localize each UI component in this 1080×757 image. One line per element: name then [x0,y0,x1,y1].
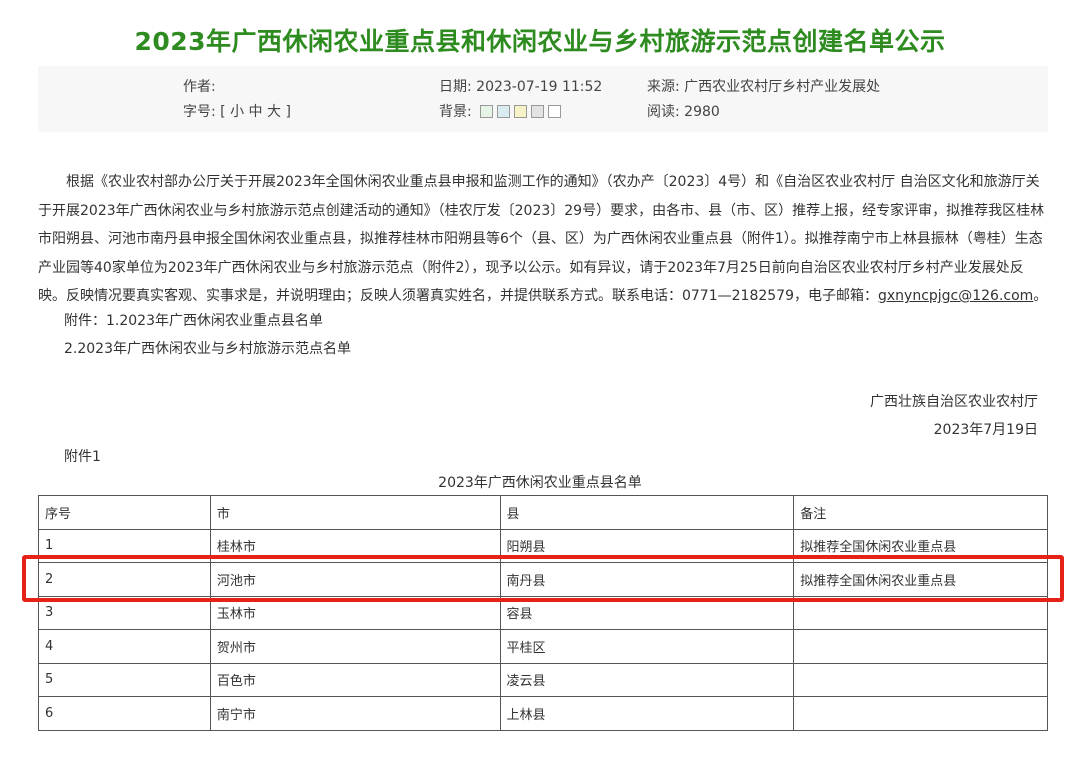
cell-remark [793,629,1048,664]
table-row: 5 百色市 凌云县 [38,662,1048,697]
header-city: 市 [209,495,501,530]
header-remark: 备注 [793,495,1048,530]
table-row: 1 桂林市 阳朔县 拟推荐全国休闲农业重点县 [38,528,1048,563]
cell-city: 桂林市 [209,528,501,563]
signature-date: 2023年7月19日 [933,422,1038,438]
paragraph-end: 。 [1033,288,1048,304]
table-row: 3 玉林市 容县 [38,595,1048,630]
attachment-line-1: 附件：1.2023年广西休闲农业重点县名单 [64,313,323,329]
cell-city: 南宁市 [209,696,501,731]
font-size-open-bracket: [ [220,104,226,120]
cell-index: 5 [38,662,211,697]
paragraph-text: 根据《农业农村部办公厅关于开展2023年全国休闲农业重点县申报和监测工作的通知》… [38,174,1045,304]
signature-org: 广西壮族自治区农业农村厅 [870,394,1038,410]
page-title: 2023年广西休闲农业重点县和休闲农业与乡村旅游示范点创建名单公示 [134,27,946,56]
attachment-line-2: 2.2023年广西休闲农业与乡村旅游示范点名单 [64,341,351,357]
table-row: 2 河池市 南丹县 拟推荐全国休闲农业重点县 [38,562,1048,597]
background-control: 背景: [439,101,562,121]
date-value: 2023-07-19 11:52 [476,79,603,95]
font-size-close-bracket: ] [285,104,291,120]
table-row: 6 南宁市 上林县 [38,696,1048,731]
cell-city: 玉林市 [209,595,501,630]
cell-city: 贺州市 [209,629,501,664]
cell-remark [793,662,1048,697]
county-table: 序号 市 县 备注 1 桂林市 阳朔县 拟推荐全国休闲农业重点县 2 河池市 南… [38,495,1048,731]
font-size-medium-link[interactable]: 中 [249,104,263,120]
cell-city: 百色市 [209,662,501,697]
background-swatch-white[interactable] [548,105,562,118]
background-swatches [480,105,562,118]
background-swatch-yellow[interactable] [514,105,528,118]
table-row: 4 贺州市 平桂区 [38,629,1048,664]
background-swatch-gray[interactable] [531,105,545,118]
date-info: 日期: 2023-07-19 11:52 [439,76,602,96]
cell-index: 6 [38,696,211,731]
cell-remark: 拟推荐全国休闲农业重点县 [793,528,1048,563]
table-header-row: 序号 市 县 备注 [38,495,1048,530]
cell-county: 上林县 [499,696,795,731]
cell-county: 凌云县 [499,662,795,697]
cell-city: 河池市 [209,562,501,597]
cell-index: 3 [38,595,211,630]
cell-index: 4 [38,629,211,664]
header-index: 序号 [38,495,211,530]
cell-remark [793,595,1048,630]
cell-county: 容县 [499,595,795,630]
source-label: 来源: [647,79,680,95]
reads-info: 阅读: 2980 [647,101,720,121]
font-size-control: 字号: [ 小 中 大 ] [183,101,291,121]
cell-index: 1 [38,528,211,563]
font-size-small-link[interactable]: 小 [230,104,244,120]
background-label: 背景: [439,104,472,120]
reads-count: 2980 [684,104,720,120]
font-size-label: 字号: [183,104,216,120]
source-info: 来源: 广西农业农村厅乡村产业发展处 [647,76,880,96]
article-meta: 作者: 日期: 2023-07-19 11:52 来源: 广西农业农村厅乡村产业… [38,66,1048,132]
cell-index: 2 [38,562,211,597]
source-value: 广西农业农村厅乡村产业发展处 [684,79,881,95]
background-swatch-blue[interactable] [497,105,511,118]
annex-label: 附件1 [64,449,101,465]
email-link[interactable]: gxnyncpjgc@126.com [878,288,1033,304]
author-label: 作者: [183,79,216,95]
reads-label: 阅读: [647,104,680,120]
cell-county: 阳朔县 [499,528,795,563]
cell-remark: 拟推荐全国休闲农业重点县 [793,562,1048,597]
cell-county: 南丹县 [499,562,795,597]
table-title: 2023年广西休闲农业重点县名单 [438,475,642,491]
background-swatch-green[interactable] [480,105,494,118]
date-label: 日期: [439,79,472,95]
font-size-large-link[interactable]: 大 [267,104,281,120]
cell-remark [793,696,1048,731]
header-county: 县 [499,495,795,530]
article-paragraph: 根据《农业农村部办公厅关于开展2023年全国休闲农业重点县申报和监测工作的通知》… [38,168,1050,311]
cell-county: 平桂区 [499,629,795,664]
